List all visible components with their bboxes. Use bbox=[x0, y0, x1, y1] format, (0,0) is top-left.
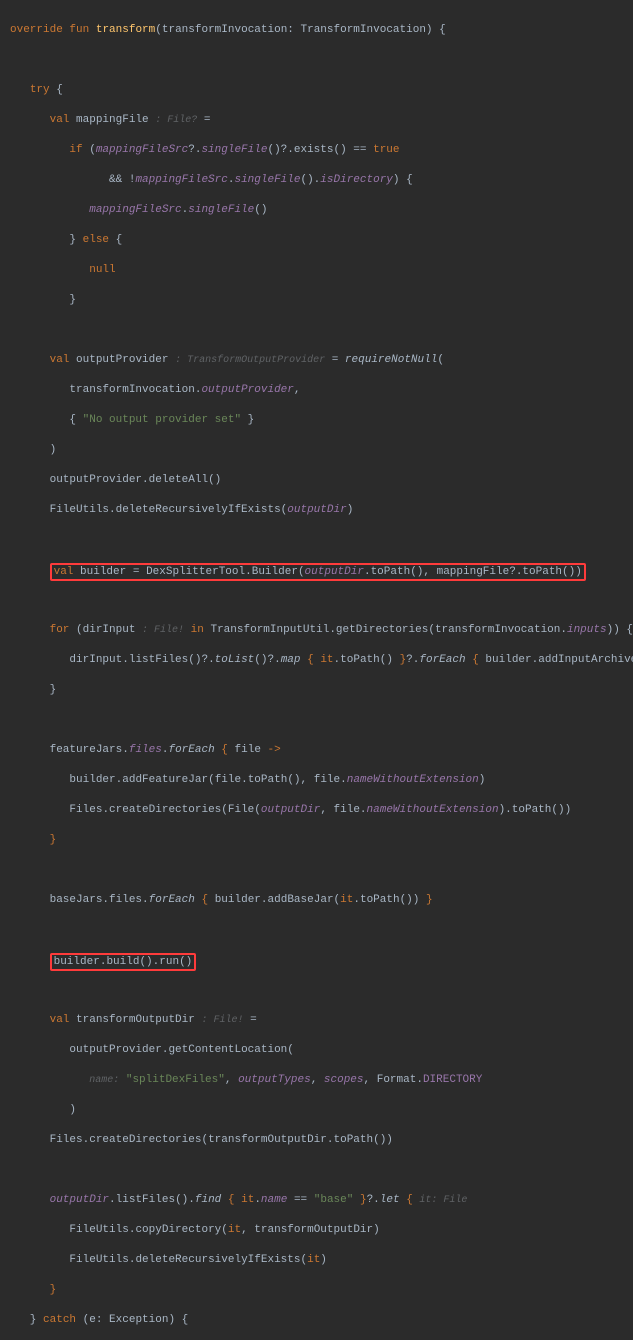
code-line: Files.createDirectories(File(outputDir, … bbox=[10, 803, 633, 818]
highlighted-line: val builder = DexSplitterTool.Builder(ou… bbox=[10, 563, 633, 578]
code-line: { "No output provider set" } bbox=[10, 413, 633, 428]
code-line: transformInvocation.outputProvider, bbox=[10, 383, 633, 398]
code-line: outputProvider.deleteAll() bbox=[10, 473, 633, 488]
code-editor[interactable]: override fun transform(transformInvocati… bbox=[0, 0, 633, 1340]
code-line: } bbox=[10, 1283, 633, 1298]
code-line: ) bbox=[10, 1103, 633, 1118]
code-line: val mappingFile : File? = bbox=[10, 113, 633, 128]
code-line: } catch (e: Exception) { bbox=[10, 1313, 633, 1328]
code-line: ) bbox=[10, 443, 633, 458]
highlighted-line: builder.build().run() bbox=[10, 953, 633, 968]
code-line: dirInput.listFiles()?.toList()?.map { it… bbox=[10, 653, 633, 668]
code-line: } bbox=[10, 293, 633, 308]
code-line: mappingFileSrc.singleFile() bbox=[10, 203, 633, 218]
code-line: builder.addFeatureJar(file.toPath(), fil… bbox=[10, 773, 633, 788]
code-line: baseJars.files.forEach { builder.addBase… bbox=[10, 893, 633, 908]
code-line: FileUtils.deleteRecursivelyIfExists(it) bbox=[10, 1253, 633, 1268]
code-line: val outputProvider : TransformOutputProv… bbox=[10, 353, 633, 368]
code-line: FileUtils.copyDirectory(it, transformOut… bbox=[10, 1223, 633, 1238]
code-line: for (dirInput : File! in TransformInputU… bbox=[10, 623, 633, 638]
code-line: } else { bbox=[10, 233, 633, 248]
code-line: if (mappingFileSrc?.singleFile()?.exists… bbox=[10, 143, 633, 158]
code-line: && !mappingFileSrc.singleFile().isDirect… bbox=[10, 173, 633, 188]
code-line: outputDir.listFiles().find { it.name == … bbox=[10, 1193, 633, 1208]
code-line: name: "splitDexFiles", outputTypes, scop… bbox=[10, 1073, 633, 1088]
code-line: Files.createDirectories(transformOutputD… bbox=[10, 1133, 633, 1148]
code-line: } bbox=[10, 683, 633, 698]
code-line: featureJars.files.forEach { file -> bbox=[10, 743, 633, 758]
code-line: try { bbox=[10, 83, 633, 98]
code-line: override fun transform(transformInvocati… bbox=[10, 23, 633, 38]
code-line: null bbox=[10, 263, 633, 278]
code-line: val transformOutputDir : File! = bbox=[10, 1013, 633, 1028]
code-line: } bbox=[10, 833, 633, 848]
code-line: FileUtils.deleteRecursivelyIfExists(outp… bbox=[10, 503, 633, 518]
code-line: outputProvider.getContentLocation( bbox=[10, 1043, 633, 1058]
